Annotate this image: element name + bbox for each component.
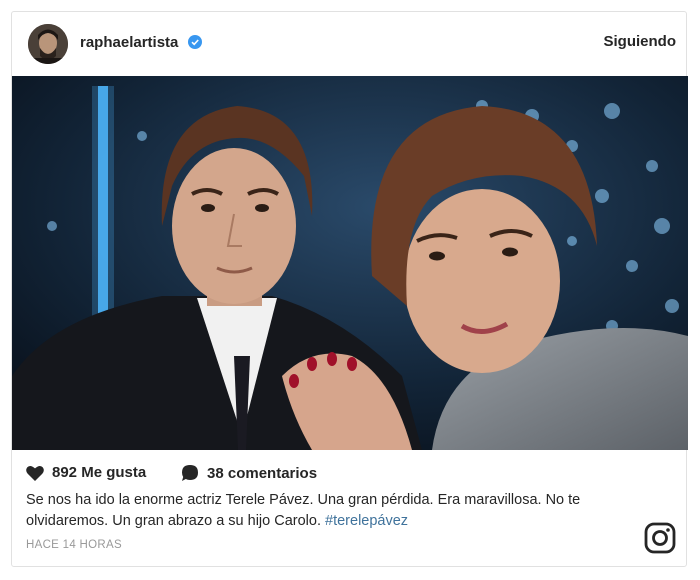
following-button[interactable]: Siguiendo bbox=[604, 33, 677, 50]
post-photo[interactable] bbox=[12, 76, 688, 450]
instagram-post-card: raphaelartista Siguiendo 892 Me gusta 38… bbox=[11, 11, 688, 567]
caption-text: Se nos ha ido la enorme actriz Terele Pá… bbox=[26, 492, 581, 529]
verified-badge-icon bbox=[188, 35, 202, 49]
post-timestamp[interactable]: HACE 14 HORAS bbox=[26, 539, 122, 551]
likes-count: 892 Me gusta bbox=[52, 464, 147, 481]
hashtag-link[interactable]: #terelepávez bbox=[325, 513, 408, 529]
comments-button[interactable]: 38 comentarios bbox=[181, 464, 317, 482]
username-link[interactable]: raphaelartista bbox=[80, 34, 178, 51]
post-actions: 892 Me gusta 38 comentarios bbox=[26, 464, 666, 486]
avatar[interactable] bbox=[28, 24, 68, 64]
instagram-logo-icon[interactable] bbox=[644, 522, 676, 554]
heart-icon bbox=[26, 465, 44, 481]
comment-icon bbox=[182, 465, 198, 481]
post-caption: Se nos ha ido la enorme actriz Terele Pá… bbox=[26, 490, 638, 532]
like-button[interactable]: 892 Me gusta bbox=[26, 464, 146, 481]
post-header: raphaelartista Siguiendo bbox=[12, 12, 686, 77]
comments-count: 38 comentarios bbox=[207, 464, 318, 482]
